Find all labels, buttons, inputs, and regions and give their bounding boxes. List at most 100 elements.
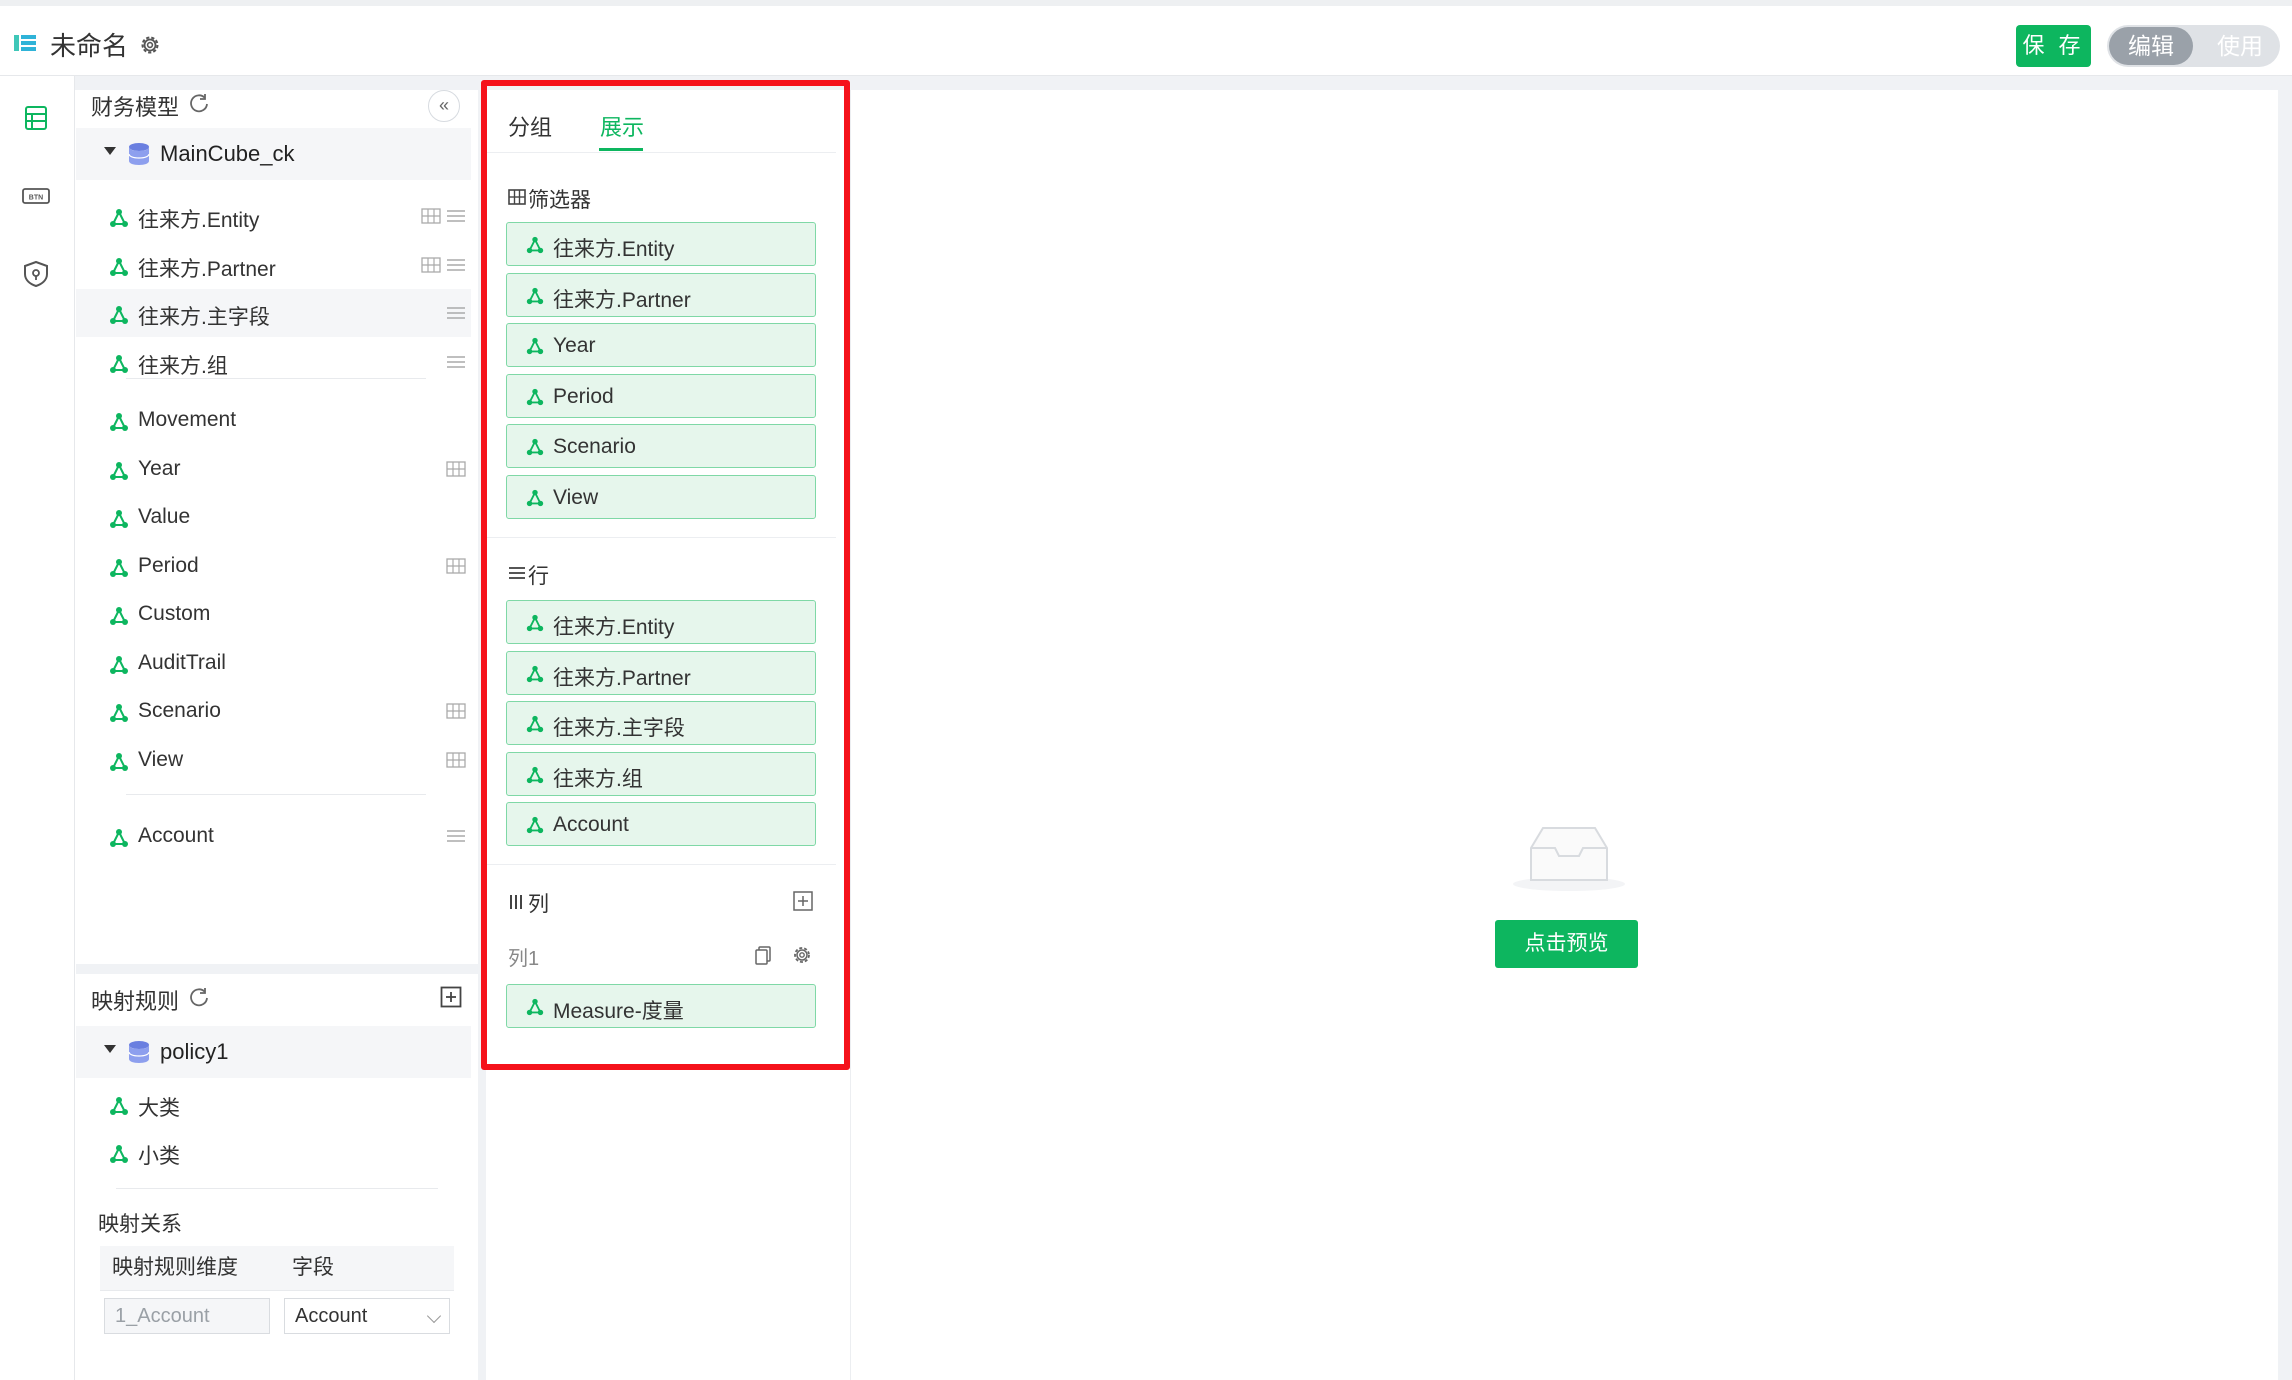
preview-button[interactable]: 点击预览 [1495,920,1638,968]
mapping-item[interactable]: 小类 [76,1128,471,1176]
dimension-item[interactable]: Year [76,445,471,493]
dimension-icon [526,388,544,405]
divider [126,794,426,795]
dimension-icon [110,354,128,373]
dimension-label: 往来方.Entity [138,209,260,232]
field-chip[interactable]: 往来方.Partner [506,272,816,317]
caret-down-icon[interactable] [104,147,116,155]
panel-gap [76,964,478,974]
grid-icon [508,189,526,205]
preview-area: 点击预览 [850,90,2278,1380]
dimension-item[interactable]: Value [76,493,471,541]
divider [486,537,836,538]
refresh-icon[interactable] [188,92,210,114]
columns-icon [510,895,522,909]
field-chip-label: 往来方.Entity [553,616,675,639]
save-button[interactable]: 保 存 [2016,25,2091,67]
mapping-item[interactable]: 大类 [76,1080,471,1128]
dimension-icon [110,413,128,431]
field-chip[interactable]: 往来方.主字段 [506,701,816,745]
dimension-item[interactable]: View [76,736,471,784]
field-chip[interactable]: View [506,474,816,519]
refresh-icon[interactable] [188,986,210,1008]
policy-name: policy1 [160,1039,229,1064]
cube-row[interactable]: MainCube_ck [76,128,471,180]
dimension-icon [526,766,544,783]
field-chip-label: 往来方.Partner [553,288,691,312]
mapping-field-select[interactable]: Account [284,1298,450,1334]
field-chip[interactable]: 往来方.组 [506,751,816,796]
dimension-item[interactable]: Period [76,542,471,590]
tab-display[interactable]: 展示 [600,110,644,142]
column-header-field: 字段 [278,1246,454,1290]
collapse-button[interactable]: « [428,90,460,122]
field-chip[interactable]: Year [506,323,816,367]
dimension-item[interactable]: 往来方.Entity [76,192,471,240]
grid-icon[interactable] [446,557,466,575]
dimension-label: Scenario [138,699,221,722]
dimension-item[interactable]: Scenario [76,687,471,735]
add-column-icon[interactable] [792,890,814,912]
list-icon[interactable] [446,207,466,225]
grid-icon[interactable] [446,460,466,478]
mode-edit-option[interactable]: 编辑 [2109,27,2193,65]
dimension-icon [526,287,544,304]
dimension-icon [110,704,128,722]
gear-icon[interactable] [138,33,162,57]
field-chip[interactable]: Account [506,802,816,846]
dimension-icon [526,614,544,632]
grid-icon[interactable] [421,256,441,274]
field-chip[interactable]: 往来方.Entity [506,222,816,266]
list-icon[interactable] [446,827,466,845]
tab-group[interactable]: 分组 [508,110,552,142]
dimension-item[interactable]: Movement [76,396,471,444]
caret-down-icon[interactable] [104,1045,116,1053]
column-1-label: 列1 [508,948,540,970]
add-rule-icon[interactable] [440,986,462,1008]
dimension-item[interactable]: Account [76,812,471,860]
dimension-icon [110,829,128,847]
rows-section-title: 行 [528,565,549,588]
dimension-icon [110,1145,128,1163]
field-chip-label: Account [553,813,629,836]
dimension-icon [526,236,544,254]
field-chip-label: View [553,485,599,509]
database-icon [128,143,150,165]
dimension-label: View [138,747,184,771]
dimension-icon [526,998,544,1016]
dimension-item[interactable]: AuditTrail [76,639,471,687]
field-chip[interactable]: 往来方.Entity [506,600,816,644]
grid-icon[interactable] [446,751,466,769]
columns-section-title: 列 [528,893,549,916]
field-chip[interactable]: Scenario [506,424,816,468]
filter-section-title: 筛选器 [528,189,591,212]
field-chip-label: Scenario [553,435,636,458]
dimension-item[interactable]: 往来方.Partner [76,241,471,289]
model-panel: 财务模型 « MainCube_ck 往来方.Entity 往来方.Partne… [76,90,478,964]
dimension-icon [110,607,128,625]
dimension-label: Custom [138,602,211,625]
policy-row[interactable]: policy1 [76,1026,471,1078]
gear-icon[interactable] [791,944,813,966]
dimension-item[interactable]: 往来方.主字段 [76,289,471,337]
mapping-dimension-input[interactable]: 1_Account [104,1298,270,1334]
dimension-item[interactable]: Custom [76,590,471,638]
list-icon[interactable] [446,256,466,274]
mode-toggle[interactable]: 编辑 使用 [2107,25,2280,67]
copy-icon[interactable] [752,944,774,966]
field-chip[interactable]: Period [506,373,816,418]
config-panel: 分组 展示 筛选器 往来方.Entity 往来方.Partner Year Pe… [486,90,836,1380]
mode-use-option[interactable]: 使用 [2205,27,2275,65]
field-chip-label: 往来方.Entity [553,238,675,261]
grid-icon[interactable] [446,702,466,720]
table-icon[interactable] [20,102,52,134]
field-chip[interactable]: Measure-度量 [506,984,816,1028]
dimension-label: 往来方.Partner [138,257,276,281]
list-icon[interactable] [446,353,466,371]
list-icon[interactable] [446,304,466,322]
shield-icon[interactable] [20,258,52,290]
svg-text:BTN: BTN [29,195,43,202]
field-chip[interactable]: 往来方.Partner [506,650,816,695]
grid-icon[interactable] [421,207,441,225]
btn-icon[interactable]: BTN [20,180,52,212]
